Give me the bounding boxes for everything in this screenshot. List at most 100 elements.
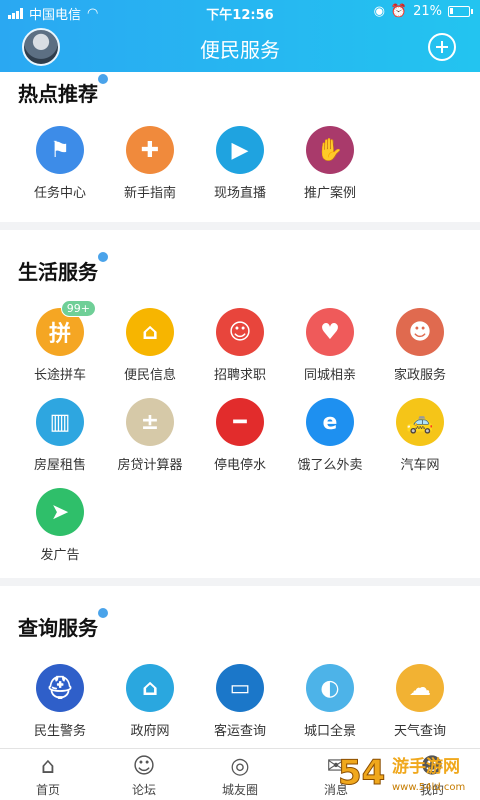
job-seeker-icon: ☺ xyxy=(216,308,264,356)
battery-percent: 21% xyxy=(413,4,442,19)
service-item[interactable]: ☻ 家政服务 xyxy=(372,308,468,383)
tab-label: 论坛 xyxy=(131,783,156,797)
service-item[interactable]: ➤ 发广告 xyxy=(12,488,108,563)
forum-icon: ☺ xyxy=(132,754,156,779)
tab-0[interactable]: ⌂ 首页 xyxy=(0,749,96,800)
service-item[interactable]: ✚ 新手指南 xyxy=(102,126,198,201)
icon-glyph: ⌂ xyxy=(142,319,158,345)
home-outline-icon: ⌂ xyxy=(41,754,55,779)
icon-glyph: ━ xyxy=(233,409,247,435)
service-item[interactable]: ⌂ 便民信息 xyxy=(102,308,198,383)
service-item[interactable]: ⚑ 任务中心 xyxy=(12,126,108,201)
app-header: 便民服务 xyxy=(0,24,480,70)
service-item-label: 招聘求职 xyxy=(213,368,266,383)
icon-glyph: ⌂ xyxy=(142,675,158,701)
service-item[interactable]: 拼 99+ 长途拼车 xyxy=(12,300,108,383)
section-title-text: 生活服务 xyxy=(18,260,98,284)
service-item-label: 推广案例 xyxy=(303,186,356,201)
section-title-hot: 热点推荐 xyxy=(18,74,108,107)
service-item[interactable]: ━ 停电停水 xyxy=(192,398,288,473)
tab-2[interactable]: ◎ 城友圈 xyxy=(192,749,288,800)
service-item-label: 停电停水 xyxy=(213,458,266,473)
government-building-icon: ⌂ xyxy=(126,664,174,712)
icon-glyph: ▭ xyxy=(229,675,251,701)
section-divider xyxy=(0,578,480,586)
handshake-icon: ✋ xyxy=(306,126,354,174)
no-entry-icon: ━ xyxy=(216,398,264,446)
service-item-label: 任务中心 xyxy=(33,186,86,201)
status-bar: 中国电信 ◠ 下午12:56 ◉ ⏰ 21% xyxy=(0,0,480,24)
icon-glyph: ♥ xyxy=(320,319,340,345)
compass-icon: ✚ xyxy=(126,126,174,174)
service-item[interactable]: ± 房贷计算器 xyxy=(102,398,198,473)
police-cap-icon: ⛑ xyxy=(36,664,84,712)
icon-glyph: ☺ xyxy=(228,319,252,345)
watermark-logo: 54 游手游网 www.54ld.com xyxy=(330,740,480,800)
icon-glyph: ± xyxy=(140,409,160,435)
battery-icon xyxy=(448,6,473,17)
service-item-label: 政府网 xyxy=(130,724,170,739)
icon-glyph: ☁ xyxy=(409,675,431,701)
service-item-label: 发广告 xyxy=(40,548,80,563)
service-item-label: 同城相亲 xyxy=(303,368,356,383)
heart-pulse-icon: ♥ xyxy=(306,308,354,356)
service-item[interactable]: ⛑ 民生警务 xyxy=(12,664,108,739)
service-item[interactable]: ▶ 现场直播 xyxy=(192,126,288,201)
top-bar: 中国电信 ◠ 下午12:56 ◉ ⏰ 21% 便民服务 xyxy=(0,0,480,72)
service-item[interactable]: ♥ 同城相亲 xyxy=(282,308,378,383)
alarm-icon: ⏰ xyxy=(390,4,408,19)
icon-glyph: 🚕 xyxy=(406,409,434,435)
icon-glyph: ▶ xyxy=(231,137,249,163)
circle-icon: ◎ xyxy=(230,754,250,779)
add-button[interactable] xyxy=(428,33,456,61)
service-item-label: 汽车网 xyxy=(400,458,440,473)
carpool-icon: 拼 99+ xyxy=(36,300,96,356)
section-title-query: 查询服务 xyxy=(18,608,108,641)
svg-text:54: 54 xyxy=(338,753,385,793)
badge-dot xyxy=(98,74,108,84)
icon-glyph: ☻ xyxy=(408,319,432,345)
service-item[interactable]: e 饿了么外卖 xyxy=(282,398,378,473)
icon-glyph: ⛑ xyxy=(46,675,74,701)
icon-glyph: ✋ xyxy=(316,137,344,163)
service-item[interactable]: 🚕 汽车网 xyxy=(372,398,468,473)
badge-dot xyxy=(98,252,108,262)
service-item[interactable]: ⌂ 政府网 xyxy=(102,664,198,739)
service-item[interactable]: ▭ 客运查询 xyxy=(192,664,288,739)
icon-glyph: ◐ xyxy=(320,675,340,701)
service-item-label: 客运查询 xyxy=(213,724,266,739)
service-item-label: 天气查询 xyxy=(393,724,446,739)
section-divider xyxy=(0,222,480,230)
icon-glyph: ⚑ xyxy=(50,137,70,163)
query-section: 查询服务 ⛑ 民生警务 ⌂ 政府网 ▭ 客运查询 ◐ 城口全景 ☁ 天气查询 xyxy=(0,586,480,748)
tab-label: 首页 xyxy=(35,783,60,797)
section-title-life: 生活服务 xyxy=(18,252,108,285)
life-section: 生活服务 拼 99+ 长途拼车 ⌂ 便民信息 ☺ 招聘求职 ♥ 同城相亲 ☻ 家政服务 ▥ 房屋租售 ± 房… xyxy=(0,230,480,580)
icon-glyph: ▥ xyxy=(49,409,71,435)
service-item-label: 房屋租售 xyxy=(33,458,86,473)
flag-icon: ⚑ xyxy=(36,126,84,174)
service-item-label: 便民信息 xyxy=(123,368,176,383)
service-item-label: 家政服务 xyxy=(393,368,446,383)
service-item-label: 现场直播 xyxy=(213,186,266,201)
eleme-icon: e xyxy=(306,398,354,446)
home-icon: ⌂ xyxy=(126,308,174,356)
service-item[interactable]: ◐ 城口全景 xyxy=(282,664,378,739)
page-title: 便民服务 xyxy=(200,38,280,62)
service-item[interactable]: ✋ 推广案例 xyxy=(282,126,378,201)
bus-icon: ▭ xyxy=(216,664,264,712)
service-item[interactable]: ☁ 天气查询 xyxy=(372,664,468,739)
service-item-label: 房贷计算器 xyxy=(117,458,183,473)
tab-1[interactable]: ☺ 论坛 xyxy=(96,749,192,800)
housekeeper-icon: ☻ xyxy=(396,308,444,356)
building-icon: ▥ xyxy=(36,398,84,446)
icon-glyph: ➤ xyxy=(50,499,70,525)
lock-rotation-icon: ◉ xyxy=(373,4,385,19)
service-item-label: 新手指南 xyxy=(123,186,176,201)
service-item[interactable]: ☺ 招聘求职 xyxy=(192,308,288,383)
icon-glyph: 拼 xyxy=(48,322,71,347)
service-item[interactable]: ▥ 房屋租售 xyxy=(12,398,108,473)
badge-dot xyxy=(98,608,108,618)
svg-text:www.54ld.com: www.54ld.com xyxy=(392,782,465,793)
section-title-text: 热点推荐 xyxy=(18,82,98,106)
